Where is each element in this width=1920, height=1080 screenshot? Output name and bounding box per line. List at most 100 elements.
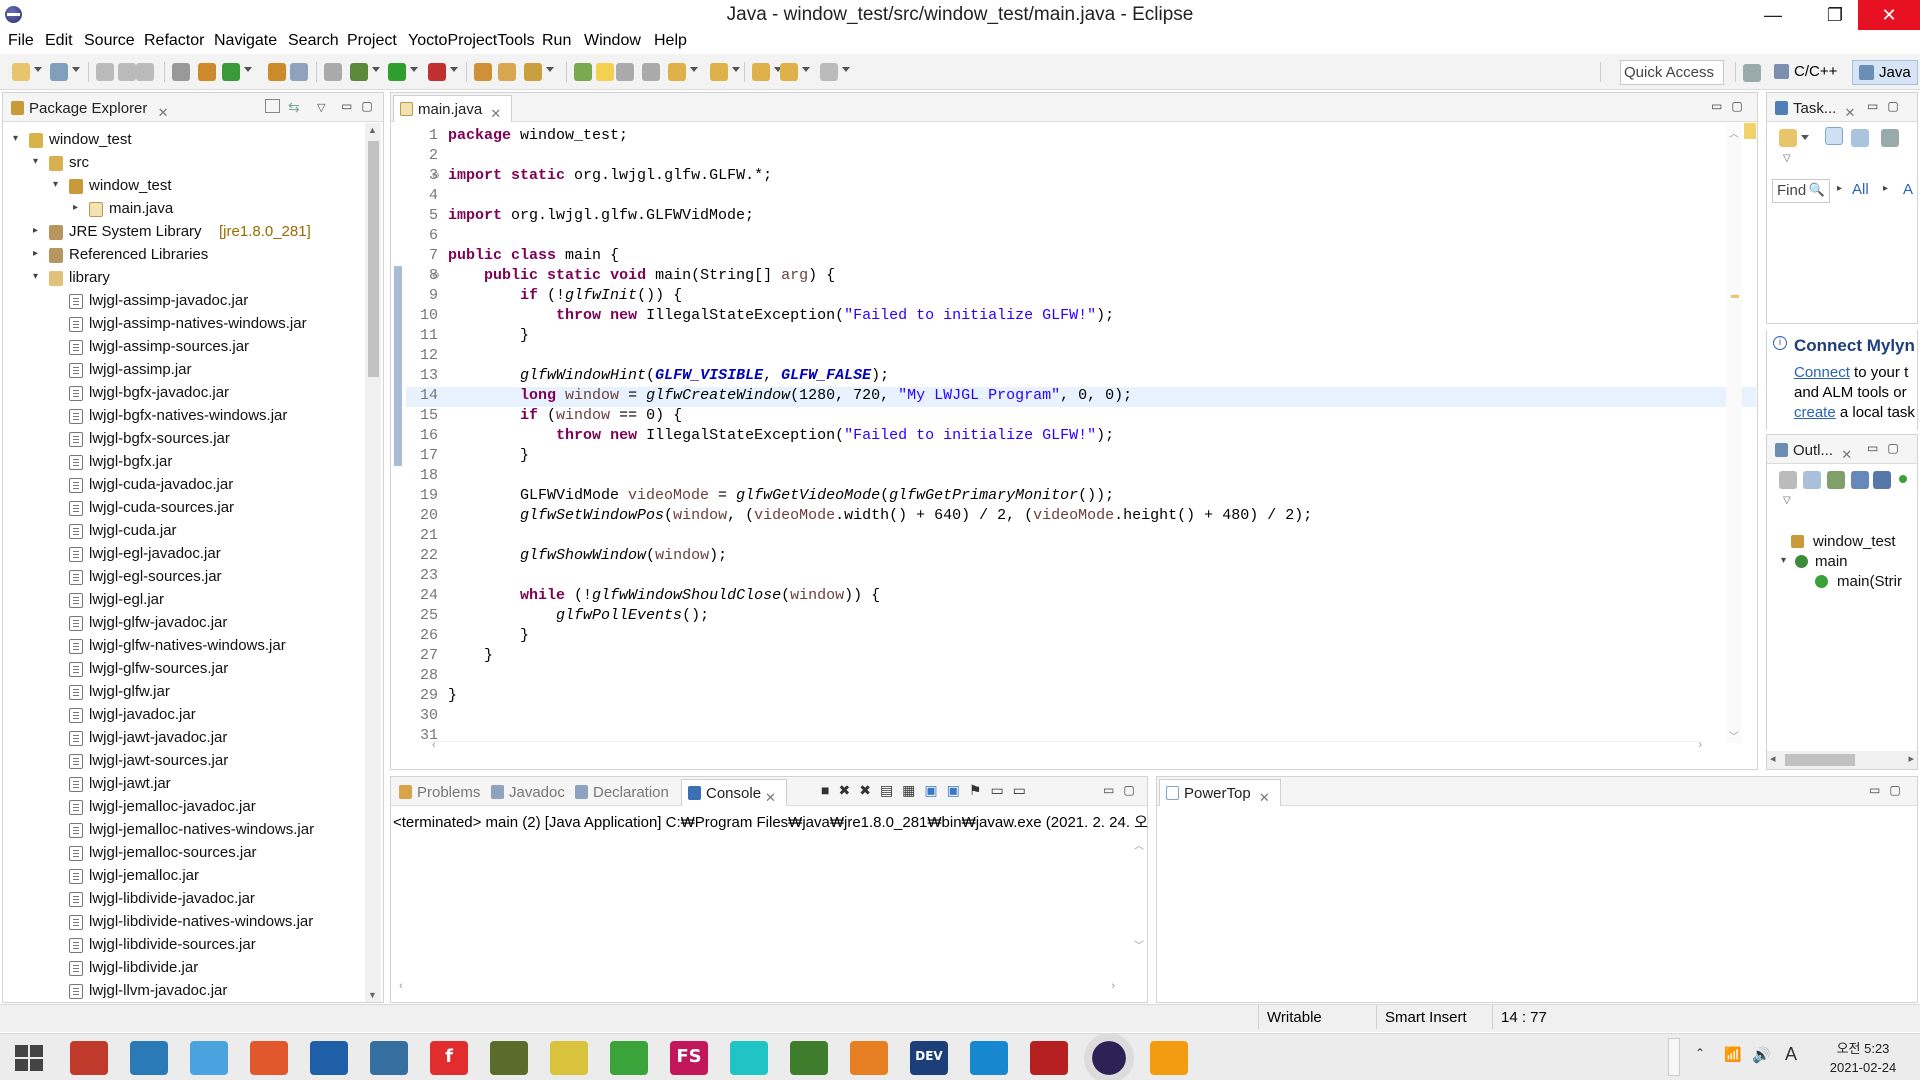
create-link[interactable]: create xyxy=(1794,404,1836,421)
view-menu-icon[interactable]: ▽ xyxy=(1783,495,1791,506)
scroll-up-icon[interactable]: ︿ xyxy=(1134,837,1144,852)
close-tab-icon[interactable]: ✕ xyxy=(158,105,169,120)
dropdown-arrow-icon[interactable] xyxy=(34,67,42,72)
view-min-max-icons[interactable]: ▭▢ xyxy=(1867,99,1908,113)
code-line[interactable]: 9 if (!glfwInit()) { xyxy=(406,287,1756,307)
dropdown-arrow-icon[interactable] xyxy=(842,67,850,72)
view-menu-icon[interactable]: ▽ xyxy=(317,101,325,114)
view-min-max-icons[interactable]: ▭▢ xyxy=(341,99,382,113)
pilcrow-icon[interactable] xyxy=(642,63,660,81)
collapse-all-icon[interactable] xyxy=(265,99,280,113)
view-min-max-icons[interactable]: ▭▢ xyxy=(1103,783,1144,797)
connect-link[interactable]: Connect xyxy=(1794,364,1850,381)
dropdown-arrow-icon[interactable] xyxy=(690,67,698,72)
pin-console-icon[interactable]: ⚑ xyxy=(969,782,991,798)
terminate-icon[interactable]: ■ xyxy=(821,782,838,798)
dropdown-arrow-icon[interactable] xyxy=(372,67,380,72)
scroll-down-icon[interactable]: ﹀ xyxy=(1729,728,1739,743)
forward-icon[interactable] xyxy=(820,63,838,81)
dropdown-arrow-icon[interactable] xyxy=(732,67,740,72)
tab-task-list[interactable]: Task... ✕ xyxy=(1769,95,1865,122)
close-tab-icon[interactable]: ✕ xyxy=(765,790,776,805)
warning-marker[interactable] xyxy=(1731,295,1739,298)
scroll-right-icon[interactable]: › xyxy=(1111,980,1115,992)
quick-access-field[interactable]: Quick Access xyxy=(1620,60,1724,85)
scroll-down-icon[interactable]: ﹀ xyxy=(1134,937,1144,952)
console-hscroll[interactable]: ‹ › xyxy=(399,980,1115,995)
app-notepad-icon[interactable] xyxy=(550,1041,588,1075)
dropdown-arrow-icon[interactable] xyxy=(72,67,80,72)
hide-completed-icon[interactable] xyxy=(1881,129,1899,147)
categorized-icon[interactable] xyxy=(1825,127,1843,145)
collapsed-twisty-icon[interactable]: ▸ xyxy=(33,248,38,259)
code-line[interactable]: 26 } xyxy=(406,627,1756,647)
code-line[interactable]: 27 } xyxy=(406,647,1756,667)
code-line[interactable]: 6 xyxy=(406,227,1756,247)
build-icon[interactable] xyxy=(198,63,216,81)
scroll-left-icon[interactable]: ◂ xyxy=(1770,752,1776,765)
dropdown-arrow-icon[interactable] xyxy=(450,67,458,72)
save-icon[interactable] xyxy=(96,63,114,81)
scroll-up-icon[interactable]: ︿ xyxy=(1729,125,1739,140)
collapsed-twisty-icon[interactable]: ▸ xyxy=(73,202,78,213)
app-color-sphere-icon[interactable] xyxy=(850,1041,888,1075)
tab-powertop[interactable]: PowerTop ✕ xyxy=(1159,779,1281,806)
code-line[interactable]: 7 public class main { xyxy=(406,247,1756,267)
code-line[interactable]: 20 glfwSetWindowPos(window, (videoMode.w… xyxy=(406,507,1756,527)
scroll-lock-icon[interactable]: ▦ xyxy=(902,782,924,798)
tray-chevron-icon[interactable]: ⌃ xyxy=(1695,1046,1705,1060)
menu-refactor[interactable]: Refactor xyxy=(144,32,204,50)
all-link[interactable]: All xyxy=(1852,181,1869,198)
clear-console-icon[interactable]: ▤ xyxy=(880,782,902,798)
code-line[interactable]: 12 xyxy=(406,347,1756,367)
menu-edit[interactable]: Edit xyxy=(45,32,73,50)
open-folder-icon[interactable] xyxy=(498,63,516,81)
menu-file[interactable]: File xyxy=(8,32,34,50)
scroll-thumb[interactable] xyxy=(1785,754,1855,766)
new-class-icon[interactable] xyxy=(290,63,308,81)
close-tab-icon[interactable]: ✕ xyxy=(1841,447,1852,462)
menu-yoctoprojecttools[interactable]: YoctoProjectTools xyxy=(408,32,535,50)
menu-help[interactable]: Help xyxy=(654,32,687,50)
scroll-down-icon[interactable]: ▼ xyxy=(368,990,377,1000)
app-red-f-icon[interactable]: f xyxy=(430,1041,468,1075)
app-edge-icon[interactable] xyxy=(970,1041,1008,1075)
app-devcpp-icon[interactable]: DEV xyxy=(910,1041,948,1075)
menu-source[interactable]: Source xyxy=(84,32,135,50)
code-line[interactable]: 14 long window = glfwCreateWindow(1280, … xyxy=(406,387,1756,407)
start-button[interactable] xyxy=(10,1041,48,1075)
find-arrow-icon[interactable]: ▸ xyxy=(1837,183,1842,194)
code-line[interactable]: 13 glfwWindowHint(GLFW_VISIBLE, GLFW_FAL… xyxy=(406,367,1756,387)
new-task-icon[interactable] xyxy=(1779,129,1797,147)
code-line[interactable]: 15 if (window == 0) { xyxy=(406,407,1756,427)
ime-indicator[interactable]: A xyxy=(1785,1044,1797,1065)
expanded-twisty-icon[interactable]: ▾ xyxy=(33,271,38,282)
network-icon[interactable]: 📶 xyxy=(1724,1046,1741,1063)
code-line[interactable]: 10 throw new IllegalStateException("Fail… xyxy=(406,307,1756,327)
package-tree-scrollbar[interactable]: ▲ ▼ xyxy=(365,123,381,1002)
close-button[interactable]: ✕ xyxy=(1858,0,1920,30)
dropdown-arrow-icon[interactable] xyxy=(244,67,252,72)
app-screen-icon[interactable] xyxy=(610,1041,648,1075)
new-task-dropdown-icon[interactable] xyxy=(1801,135,1809,140)
collapsed-twisty-icon[interactable]: ▸ xyxy=(33,225,38,236)
dropdown-arrow-icon[interactable] xyxy=(802,67,810,72)
tab-package-explorer[interactable]: Package Explorer ✕ xyxy=(5,95,178,122)
code-area[interactable]: 1 package window_test; 2 3 import static org… xyxy=(392,123,1756,768)
editor-min-max-icons[interactable]: ▭▢ xyxy=(1711,99,1752,113)
scroll-right-icon[interactable]: › xyxy=(1698,739,1702,751)
save-all-icon[interactable] xyxy=(118,63,136,81)
scroll-left-icon[interactable]: ‹ xyxy=(399,980,403,992)
volume-icon[interactable]: 🔊 xyxy=(1752,1046,1771,1064)
debug-icon[interactable] xyxy=(350,63,368,81)
code-line[interactable]: 30 xyxy=(406,707,1756,727)
back-dropdown-icon[interactable] xyxy=(780,63,798,81)
editor-tab-main-java[interactable]: main.java ✕ xyxy=(393,95,513,122)
app-sheet-icon[interactable] xyxy=(730,1041,768,1075)
code-line[interactable]: 2 xyxy=(406,147,1756,167)
app-firefox-dev-icon[interactable] xyxy=(250,1041,288,1075)
editor-hscrollbar[interactable]: ‹ › xyxy=(432,739,1702,753)
fold-marker-icon[interactable]: ⊖ xyxy=(432,170,440,181)
remove-launch-icon[interactable]: ✖ xyxy=(838,782,859,798)
close-tab-icon[interactable]: ✕ xyxy=(1845,105,1856,120)
